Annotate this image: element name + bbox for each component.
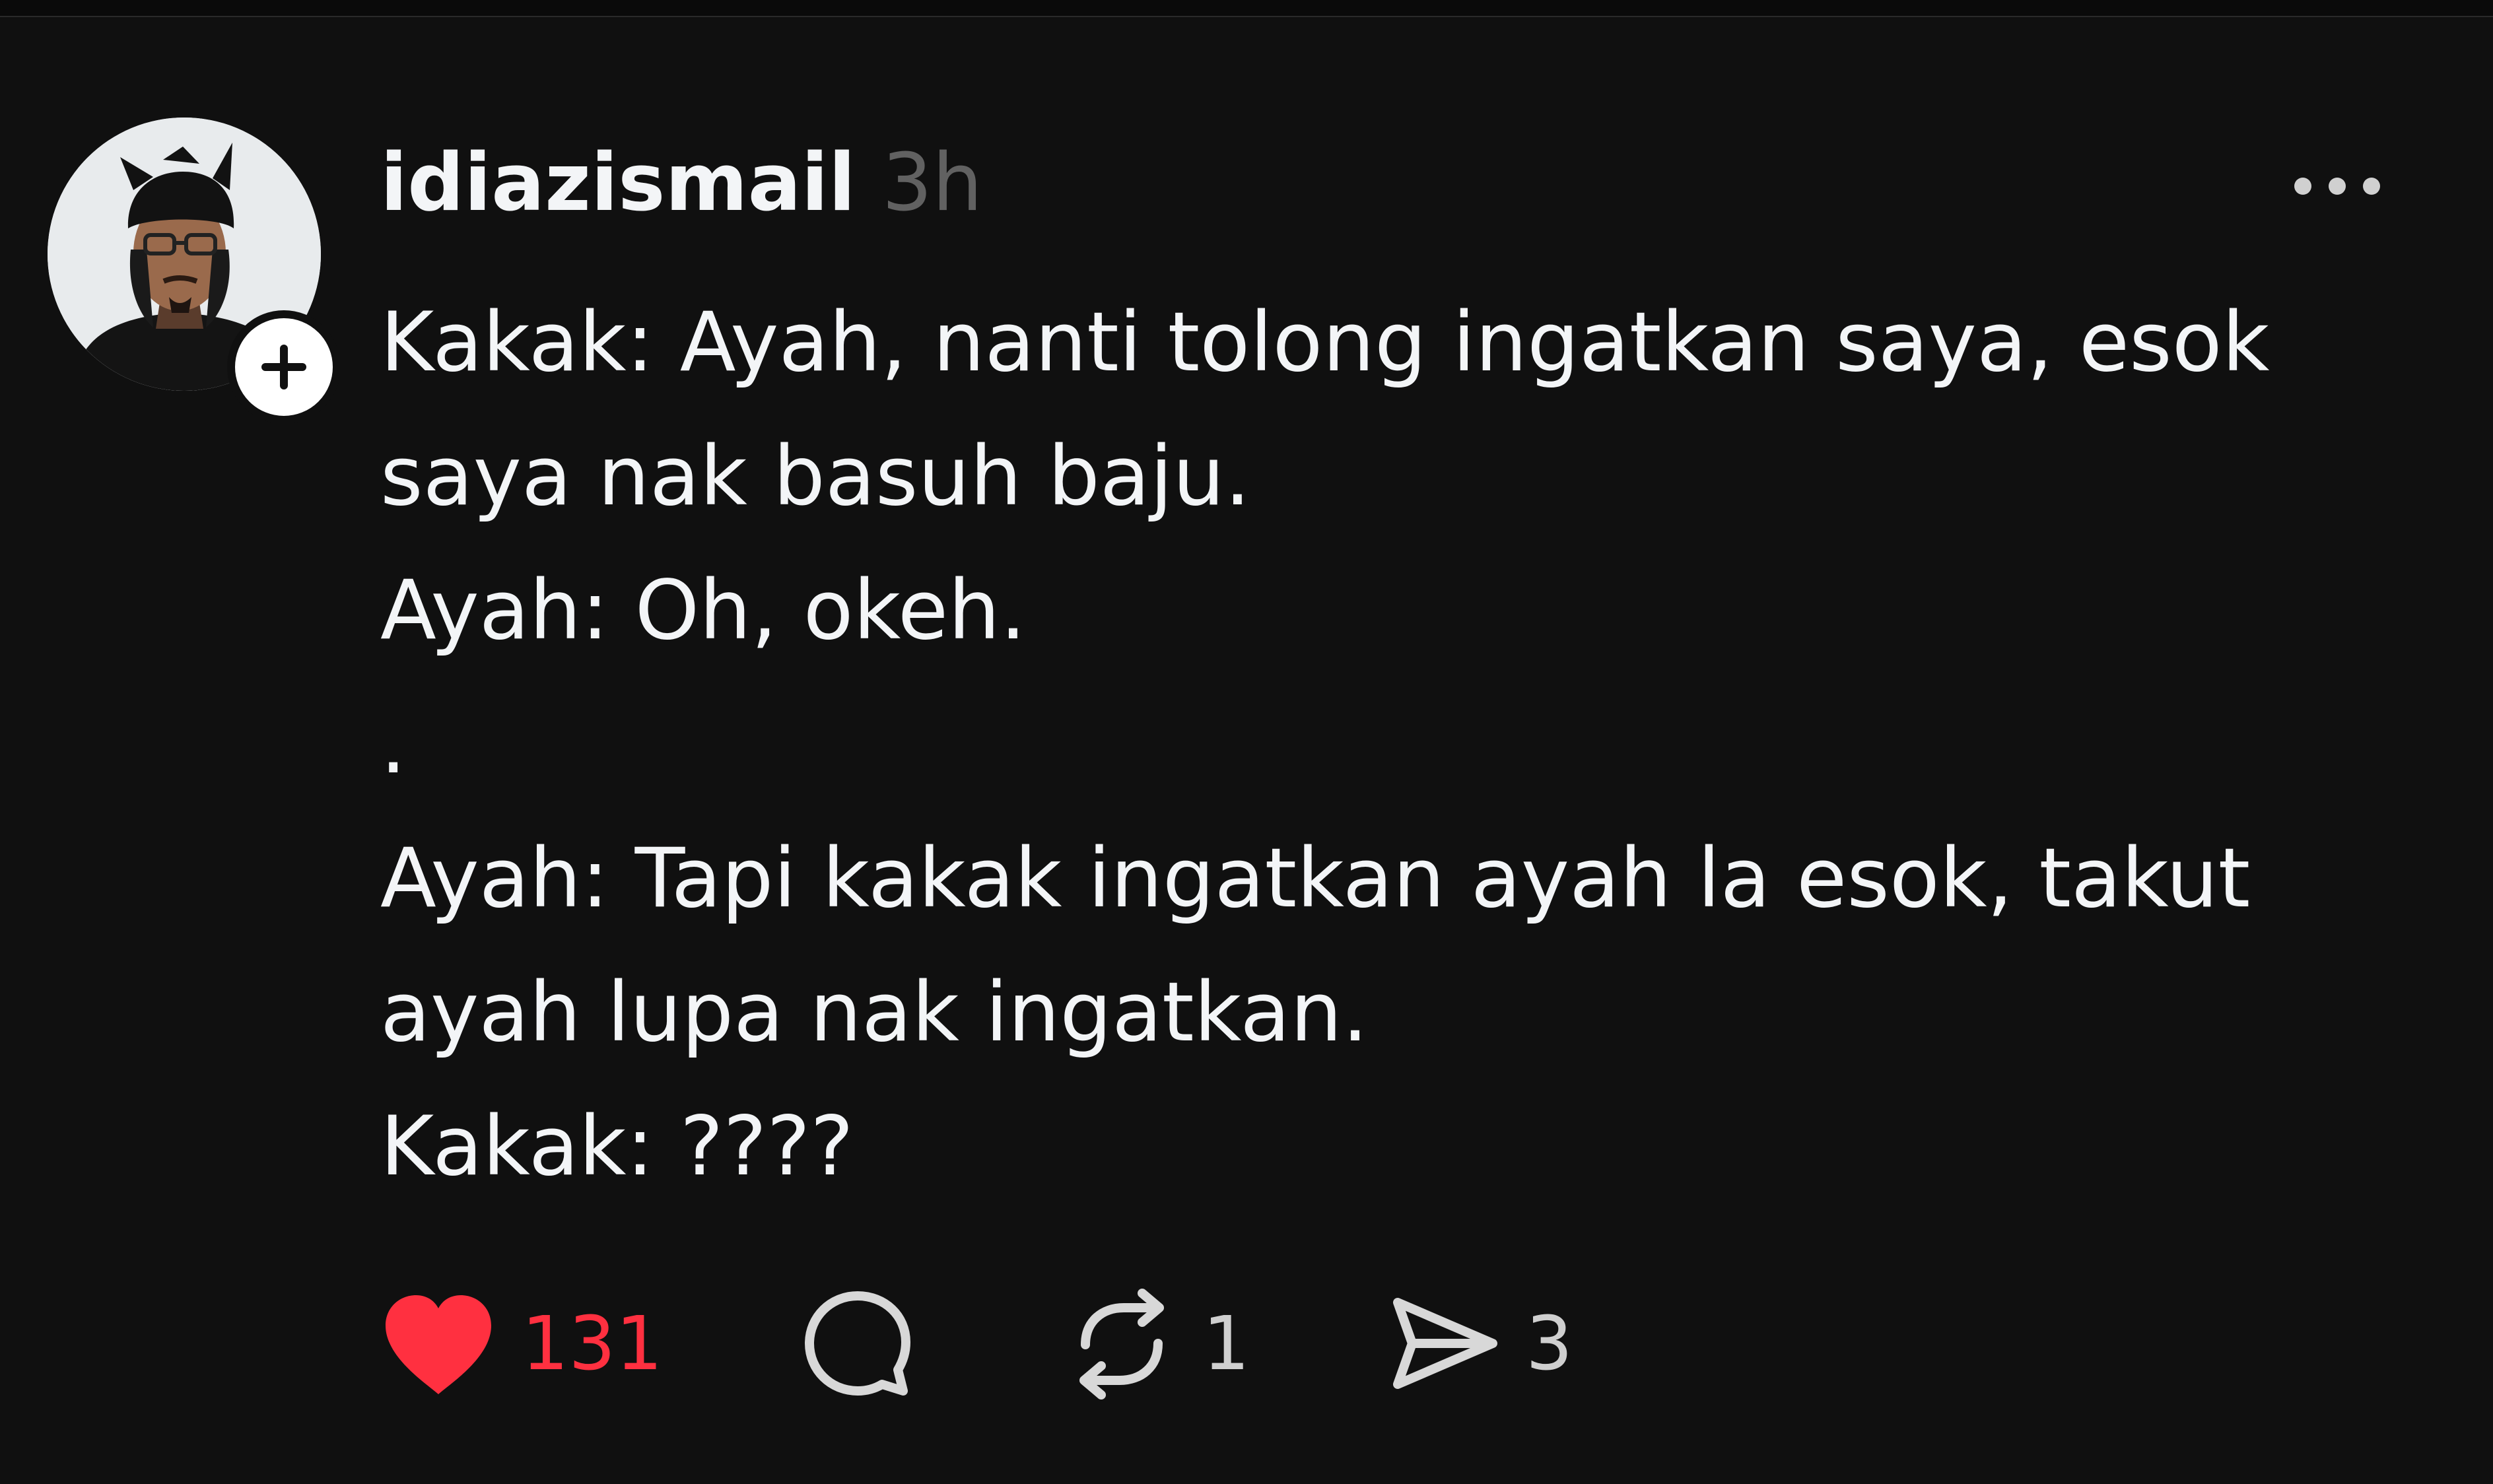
more-options-button[interactable] xyxy=(2284,162,2390,210)
comment-icon xyxy=(804,1291,910,1396)
repost-button[interactable]: 1 xyxy=(1066,1278,1250,1410)
post-text-line: Ayah: Oh, okeh. xyxy=(380,563,1027,658)
send-icon xyxy=(1393,1298,1498,1389)
top-divider xyxy=(0,0,2493,17)
like-button[interactable]: 131 xyxy=(380,1278,663,1410)
repost-count: 1 xyxy=(1202,1301,1250,1387)
post-text-line: Kakak: Ayah, nanti tolong ingatkan saya,… xyxy=(380,295,2296,524)
avatar-container xyxy=(48,118,341,428)
post-text-line: . xyxy=(380,697,407,792)
heart-icon xyxy=(386,1295,491,1394)
share-count: 3 xyxy=(1526,1301,1573,1387)
post-body: Kakak: Ayah, nanti tolong ingatkan saya,… xyxy=(380,276,2414,1214)
post-text-line: Ayah: Tapi kakak ingatkan ayah la esok, … xyxy=(380,831,2276,1060)
post-text-line: Kakak: ???? xyxy=(380,1099,854,1194)
repost-icon xyxy=(1079,1289,1164,1400)
username[interactable]: idiazismail xyxy=(380,144,856,223)
follow-button[interactable] xyxy=(227,310,341,424)
post-actions: 131 1 3 xyxy=(380,1278,1573,1410)
plus-icon xyxy=(261,345,306,389)
reply-button[interactable] xyxy=(802,1278,914,1410)
like-count: 131 xyxy=(522,1301,663,1387)
post-timestamp: 3h xyxy=(881,137,983,229)
more-icon xyxy=(2294,178,2380,195)
share-button[interactable]: 3 xyxy=(1388,1278,1573,1410)
thread-post: idiazismail 3h Kakak: Ayah, nanti tolong… xyxy=(0,18,2493,1484)
post-header: idiazismail 3h xyxy=(380,131,982,236)
